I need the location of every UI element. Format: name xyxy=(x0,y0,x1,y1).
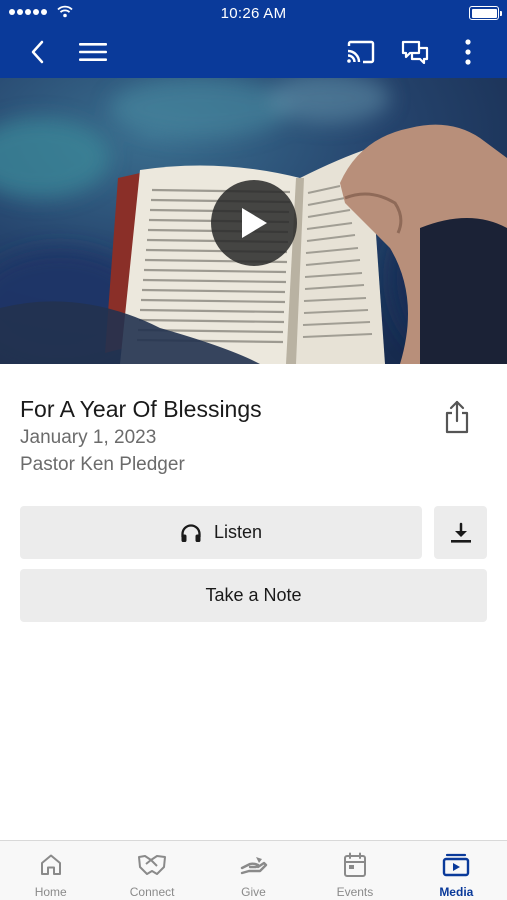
back-icon xyxy=(31,40,44,64)
home-icon xyxy=(40,854,61,875)
cast-icon xyxy=(347,40,375,64)
tab-events[interactable]: Events xyxy=(304,841,405,900)
back-button[interactable] xyxy=(20,34,56,70)
media-title: For A Year Of Blessings xyxy=(20,396,262,422)
listen-button[interactable]: Listen xyxy=(20,506,422,559)
share-icon xyxy=(445,400,469,434)
tab-home[interactable]: Home xyxy=(0,841,101,900)
app-bar xyxy=(0,26,507,78)
media-date: January 1, 2023 xyxy=(20,427,157,448)
calendar-icon xyxy=(343,852,366,877)
download-icon xyxy=(450,522,471,543)
tab-label-media: Media xyxy=(439,885,474,899)
more-icon xyxy=(465,39,471,65)
tab-bar: Home Connect Give Events Media xyxy=(0,840,507,900)
chat-button[interactable] xyxy=(397,34,433,70)
video-thumbnail[interactable] xyxy=(0,78,507,364)
tab-label-home: Home xyxy=(34,885,67,899)
connect-icon xyxy=(138,855,167,875)
play-icon xyxy=(242,208,267,238)
give-icon xyxy=(240,857,267,875)
menu-icon xyxy=(79,43,107,61)
tab-label-give: Give xyxy=(241,885,266,899)
listen-label: Listen xyxy=(213,522,263,542)
tab-label-events: Events xyxy=(336,885,374,899)
media-icon xyxy=(443,853,470,877)
headphones-icon xyxy=(181,523,201,542)
media-speaker: Pastor Ken Pledger xyxy=(20,454,185,475)
tab-connect[interactable]: Connect xyxy=(101,841,202,900)
take-note-button[interactable]: Take a Note xyxy=(20,569,487,622)
take-note-label: Take a Note xyxy=(205,585,302,605)
tab-media[interactable]: Media xyxy=(406,841,507,900)
chat-icon xyxy=(401,40,429,64)
more-button[interactable] xyxy=(450,34,486,70)
tab-give[interactable]: Give xyxy=(203,841,304,900)
status-time: 10:26 AM xyxy=(220,5,287,22)
tab-label-connect: Connect xyxy=(129,885,175,899)
menu-button[interactable] xyxy=(75,34,111,70)
cast-button[interactable] xyxy=(343,34,379,70)
download-button[interactable] xyxy=(434,506,487,559)
status-bar: 10:26 AM xyxy=(0,0,507,26)
play-button[interactable] xyxy=(211,180,297,266)
battery-icon xyxy=(469,6,502,20)
share-button[interactable] xyxy=(438,398,476,436)
